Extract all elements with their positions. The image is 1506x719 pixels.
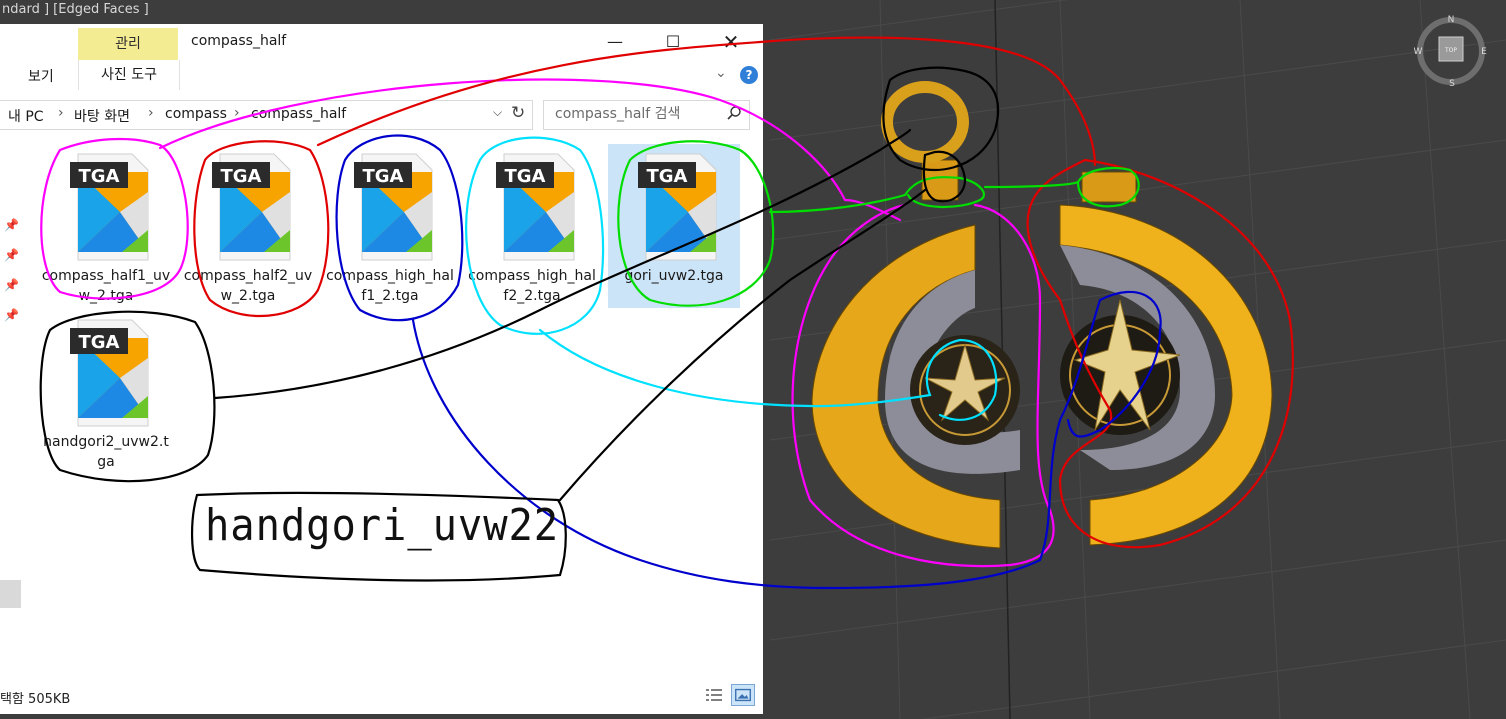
tga-label: TGA xyxy=(505,166,546,187)
nav-selected-item[interactable] xyxy=(0,580,21,608)
manage-tab[interactable]: 관리 xyxy=(78,28,178,60)
address-box[interactable]: 내 PC › 바탕 화면 › compass › compass_half ⌵ xyxy=(0,100,533,130)
minimize-button[interactable]: — xyxy=(592,28,638,56)
large-icons-view-icon[interactable] xyxy=(731,684,755,706)
tga-file-icon: TGA xyxy=(70,319,149,427)
window-title: compass_half xyxy=(191,33,287,49)
tga-file-icon: TGA xyxy=(70,153,149,261)
viewcube-n-label: N xyxy=(1448,15,1455,25)
file-name[interactable]: compass_half2_uvw_2.tga xyxy=(182,266,314,306)
ribbon: 보기 사진 도구 ⌄ ? xyxy=(0,60,763,90)
tga-label: TGA xyxy=(221,166,262,187)
viewcube-e-label: E xyxy=(1481,47,1487,57)
compass-model[interactable] xyxy=(811,81,1273,549)
refresh-icon[interactable]: ↻ xyxy=(511,103,525,123)
address-bar[interactable]: 내 PC › 바탕 화면 › compass › compass_half ⌵ … xyxy=(0,100,763,130)
search-icon[interactable] xyxy=(726,105,742,121)
tga-file-icon: TGA xyxy=(496,153,575,261)
handwritten-note: handgori_uvw22 xyxy=(205,500,560,551)
viewcube-w-label: W xyxy=(1414,47,1423,57)
file-name[interactable]: gori_uvw2.tga xyxy=(608,266,740,286)
file-item[interactable]: TGA gori_uvw2.tga xyxy=(608,144,740,308)
file-item[interactable]: TGA compass_half1_uvw_2.tga xyxy=(40,144,172,308)
maximize-button[interactable]: ☐ xyxy=(650,28,696,56)
viewcube-s-label: S xyxy=(1449,79,1455,88)
details-view-icon[interactable] xyxy=(705,686,723,704)
search-input[interactable] xyxy=(553,105,727,123)
expand-ribbon-icon[interactable]: ⌄ xyxy=(715,65,727,81)
tab-picture-tools[interactable]: 사진 도구 xyxy=(78,60,180,90)
pin-icon[interactable]: 📌 xyxy=(4,278,19,292)
tga-label: TGA xyxy=(363,166,404,187)
file-item[interactable]: TGA compass_high_half2_2.tga xyxy=(466,144,598,308)
tga-label: TGA xyxy=(647,166,688,187)
viewcube-top-label: TOP xyxy=(1444,47,1457,54)
pin-icon[interactable]: 📌 xyxy=(4,248,19,262)
status-text: 택함 505KB xyxy=(0,692,71,707)
file-name[interactable]: compass_high_half2_2.tga xyxy=(466,266,598,306)
tga-file-icon: TGA xyxy=(354,153,433,261)
file-item[interactable]: TGA compass_high_half1_2.tga xyxy=(324,144,456,308)
tga-label: TGA xyxy=(79,166,120,187)
pin-icon[interactable]: 📌 xyxy=(4,308,19,322)
file-name[interactable]: handgori2_uvw2.tga xyxy=(40,432,172,472)
viewport-label[interactable]: ndard ] [Edged Faces ] xyxy=(0,0,149,22)
file-item[interactable]: TGA compass_half2_uvw_2.tga xyxy=(182,144,314,308)
breadcrumb-desktop[interactable]: 바탕 화면 xyxy=(74,106,130,126)
file-explorer-window: 관리 compass_half — ☐ ✕ 보기 사진 도구 ⌄ ? 내 PC … xyxy=(0,24,763,714)
breadcrumb-separator[interactable]: › xyxy=(58,105,64,121)
breadcrumb-separator[interactable]: › xyxy=(234,105,240,121)
breadcrumb-this-pc[interactable]: 내 PC xyxy=(8,106,44,126)
pin-icon[interactable]: 📌 xyxy=(4,218,19,232)
tga-file-icon: TGA xyxy=(212,153,291,261)
tab-view[interactable]: 보기 xyxy=(28,66,54,86)
search-box[interactable] xyxy=(543,100,750,130)
breadcrumb-separator[interactable]: › xyxy=(148,105,154,121)
breadcrumb-compass-half[interactable]: compass_half xyxy=(251,106,346,122)
status-bar: 택함 505KB xyxy=(0,676,763,714)
breadcrumb-compass[interactable]: compass xyxy=(165,106,227,122)
navigation-pane[interactable]: 📌 📌 📌 📌 xyxy=(0,136,22,676)
title-bar[interactable]: 관리 compass_half — ☐ ✕ xyxy=(0,24,763,60)
tga-label: TGA xyxy=(79,332,120,353)
tga-file-icon: TGA xyxy=(638,153,717,261)
file-item[interactable]: TGA handgori2_uvw2.tga xyxy=(40,310,172,474)
address-dropdown-icon[interactable]: ⌵ xyxy=(493,105,502,120)
file-list[interactable]: TGA compass_half1_uvw_2.tga TGA compass_hal… xyxy=(22,136,763,676)
close-button[interactable]: ✕ xyxy=(708,28,754,56)
file-name[interactable]: compass_high_half1_2.tga xyxy=(324,266,456,306)
file-name[interactable]: compass_half1_uvw_2.tga xyxy=(40,266,172,306)
help-icon[interactable]: ? xyxy=(740,66,758,84)
viewcube-icon[interactable]: TOP N E S W xyxy=(1414,14,1488,88)
